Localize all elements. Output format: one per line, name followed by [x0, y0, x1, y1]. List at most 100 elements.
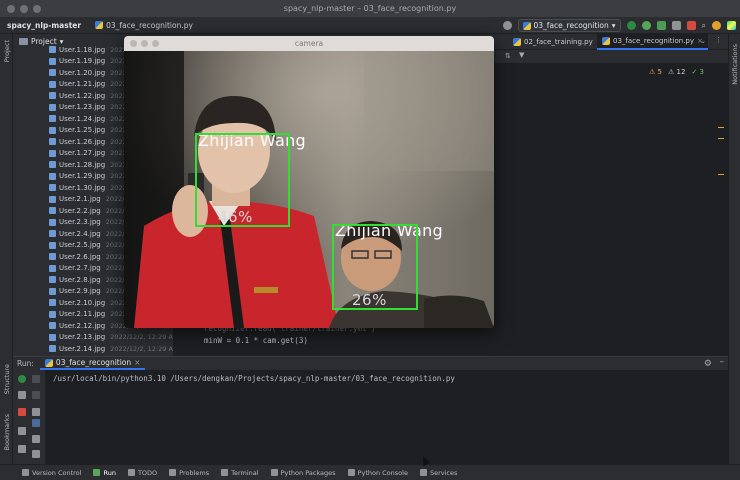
tab-face-recognition[interactable]: 03_face_recognition.py × [597, 34, 708, 50]
file-name: User.1.20.jpg [59, 68, 106, 77]
layout-icon[interactable] [18, 427, 26, 435]
problems-icon [169, 469, 177, 476]
notifications-tool-button[interactable]: Notifications [731, 44, 739, 85]
scroll-down-icon[interactable] [32, 391, 40, 399]
window-title: spacy_nlp-master – 03_face_recognition.p… [283, 4, 457, 13]
file-tree-item[interactable]: User.2.13.jpg 2022/12/2, 12:29 AM [13, 332, 173, 344]
statusbar-problems-button[interactable]: Problems [169, 469, 209, 477]
file-name: User.1.21.jpg [59, 80, 106, 89]
camera-window[interactable]: camera Zhijian Wang 46% Zhijian Wang 26% [124, 36, 494, 328]
inspection-widget[interactable]: ⚠ 5 ⚠ 12 ✓ 3 [649, 68, 704, 76]
file-date: 2022/ [105, 287, 125, 296]
image-file-icon [49, 310, 56, 318]
window-controls[interactable] [7, 5, 41, 13]
run-tab-label: 03_face_recognition [55, 358, 132, 367]
print-icon[interactable] [32, 435, 40, 443]
file-name: User.2.1.jpg [59, 195, 101, 204]
statusbar-label: Terminal [231, 468, 259, 477]
left-tool-strip: Project Structure Bookmarks [0, 34, 13, 464]
statusbar-label: TODO [137, 468, 158, 477]
zoom-window-button[interactable] [152, 40, 159, 47]
toolbar-right: 03_face_recognition ▾ ⌕ [502, 19, 736, 32]
python-file-icon [513, 38, 521, 46]
gear-icon[interactable]: ⚙ [704, 359, 712, 369]
file-name: User.2.6.jpg [59, 252, 101, 261]
more-tabs-icon[interactable]: ⋮ [715, 36, 722, 44]
file-tree-item[interactable]: User.2.14.jpg 2022/12/2, 12:29 AM [13, 343, 173, 355]
split-icon[interactable]: ⇅ [505, 52, 511, 60]
close-icon[interactable]: × [134, 358, 140, 367]
minimize-window-button[interactable] [20, 5, 28, 13]
structure-tool-button[interactable]: Structure [3, 364, 11, 394]
image-file-icon [49, 172, 56, 180]
scroll-marker [718, 138, 724, 139]
file-name: User.1.23.jpg [59, 103, 106, 112]
statusbar-python-packages-button[interactable]: Python Packages [270, 469, 336, 477]
pycharm-logo-icon [727, 21, 736, 30]
window-titlebar: spacy_nlp-master – 03_face_recognition.p… [0, 0, 740, 17]
file-date: 2022/ [105, 229, 125, 238]
project-tool-button[interactable]: Project [3, 40, 11, 62]
run-toolbar [13, 370, 45, 465]
stop-icon[interactable] [686, 21, 696, 30]
chevron-down-icon: ▾ [611, 21, 616, 30]
rerun-icon[interactable] [18, 375, 26, 383]
more-actions-icon[interactable] [671, 21, 681, 30]
search-icon[interactable]: ⌕ [702, 21, 706, 31]
minimize-window-button[interactable] [141, 40, 148, 47]
face-confidence: 26% [352, 291, 387, 309]
python-file-icon [44, 358, 53, 367]
camera-frame: Zhijian Wang 46% Zhijian Wang 26% [124, 51, 494, 328]
chevron-down-icon[interactable]: ⌄ [700, 37, 706, 45]
run-configuration-select[interactable]: 03_face_recognition ▾ [517, 19, 621, 32]
file-name: User.1.19.jpg [59, 57, 106, 66]
image-file-icon [49, 149, 56, 157]
breadcrumb-file[interactable]: 03_face_recognition.py [95, 21, 193, 30]
image-file-icon [49, 333, 56, 341]
file-name: User.2.2.jpg [59, 206, 101, 215]
scroll-up-icon[interactable] [32, 375, 40, 383]
image-file-icon [49, 276, 56, 284]
soft-wrap-icon[interactable] [32, 408, 40, 416]
scroll-to-end-icon[interactable] [32, 419, 40, 427]
debug-icon[interactable] [641, 21, 651, 30]
pin-icon[interactable] [18, 445, 26, 453]
statusbar-run-button[interactable]: Run [93, 468, 116, 477]
file-name: User.1.28.jpg [59, 160, 106, 169]
tab-face-training[interactable]: 02_face_training.py [508, 34, 598, 50]
statusbar-services-button[interactable]: Services [419, 469, 457, 477]
image-file-icon [49, 138, 56, 146]
run-tab[interactable]: 03_face_recognition × [39, 357, 146, 370]
wrench-icon[interactable] [18, 391, 26, 399]
bookmarks-tool-button[interactable]: Bookmarks [3, 414, 11, 450]
statusbar-todo-button[interactable]: TODO [127, 468, 158, 477]
user-account-icon[interactable] [502, 21, 512, 30]
breadcrumb-project[interactable]: spacy_nlp-master [7, 21, 81, 30]
file-name: User.1.22.jpg [59, 91, 106, 100]
zoom-window-button[interactable] [33, 5, 41, 13]
coverage-icon[interactable] [656, 21, 666, 30]
file-date: 2022/ [105, 264, 125, 273]
camera-window-titlebar[interactable]: camera [124, 36, 494, 51]
close-window-button[interactable] [7, 5, 15, 13]
trash-icon[interactable] [32, 450, 40, 458]
stop-icon[interactable] [18, 408, 26, 416]
statusbar-python-console-button[interactable]: Python Console [347, 469, 408, 477]
hide-panel-icon[interactable]: – [720, 357, 725, 367]
statusbar-terminal-button[interactable]: Terminal [221, 468, 259, 477]
file-date: 2022/ [105, 275, 125, 284]
statusbar-label: Run [103, 468, 116, 477]
rerun-icon[interactable] [626, 21, 636, 30]
image-file-icon [49, 241, 56, 249]
status-bar: Version Control Run TODO Problems Terminal Py… [0, 464, 740, 480]
camera-window-controls[interactable] [130, 40, 159, 47]
python-packages-icon [270, 469, 278, 476]
statusbar-version-control-button[interactable]: Version Control [22, 469, 81, 477]
close-window-button[interactable] [130, 40, 137, 47]
scroll-marker [718, 127, 724, 128]
code-line[interactable]: minW = 0.1 * cam.get(3) [204, 336, 308, 345]
file-date: 2022/12/2, 12:29 AM [110, 344, 173, 353]
updates-icon[interactable] [712, 21, 721, 30]
console-output[interactable]: /usr/local/bin/python3.10 /Users/dengkan… [53, 374, 455, 383]
filter-icon[interactable]: ▼ [519, 51, 524, 59]
